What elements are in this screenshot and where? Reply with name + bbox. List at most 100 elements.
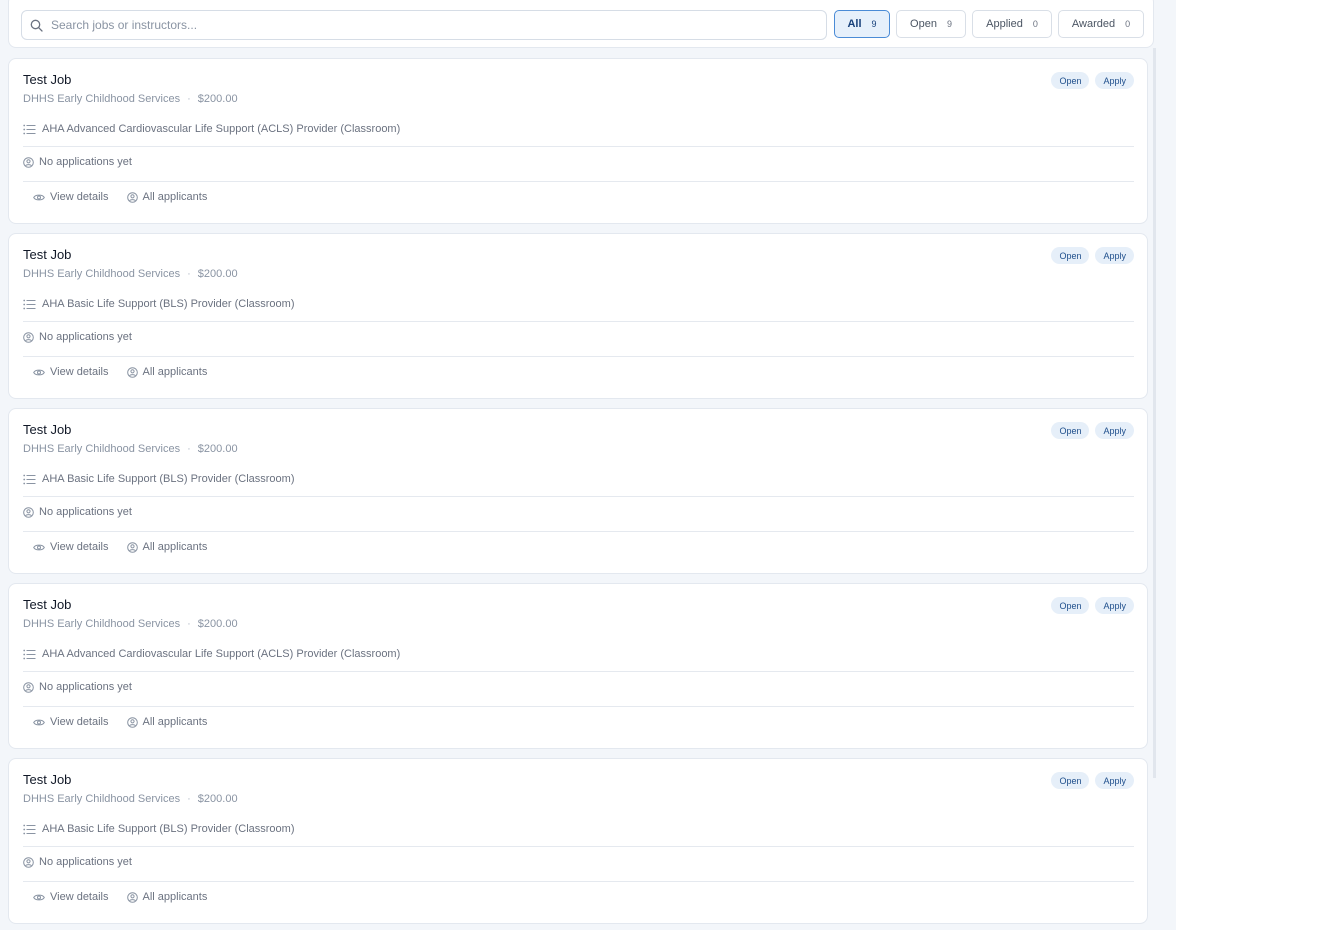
tab-applied[interactable]: Applied 0 [972, 10, 1052, 38]
meta-separator: · [187, 93, 191, 105]
view-details-link[interactable]: View details [33, 891, 109, 903]
view-details-link[interactable]: View details [33, 716, 109, 728]
all-applicants-link[interactable]: All applicants [126, 891, 208, 903]
search-input[interactable] [49, 17, 826, 33]
job-card: Test Job DHHS Early Childhood Services · $… [8, 58, 1148, 224]
course-name: AHA Advanced Cardiovascular Life Support… [42, 123, 401, 135]
tab-count: 9 [871, 19, 877, 29]
divider [23, 321, 1134, 322]
job-actions: View details All applicants [33, 366, 207, 378]
job-actions: View details All applicants [33, 891, 207, 903]
job-card: Test Job DHHS Early Childhood Services · $… [8, 408, 1148, 574]
job-card: Test Job DHHS Early Childhood Services · $… [8, 758, 1148, 924]
applications-text: No applications yet [39, 681, 132, 693]
applications-status: No applications yet [23, 856, 132, 868]
user-circle-icon [23, 156, 34, 168]
job-badges: Open Apply [1051, 772, 1134, 789]
job-organization: DHHS Early Childhood Services [23, 443, 181, 455]
job-card: Test Job DHHS Early Childhood Services · $… [8, 233, 1148, 399]
eye-icon [33, 544, 45, 550]
status-badge: Open [1051, 72, 1090, 89]
applications-text: No applications yet [39, 156, 132, 168]
view-details-label: View details [50, 191, 109, 203]
user-circle-icon [23, 856, 34, 868]
apply-button[interactable]: Apply [1095, 72, 1134, 89]
applications-status: No applications yet [23, 331, 132, 343]
course-name: AHA Basic Life Support (BLS) Provider (C… [42, 473, 295, 485]
list-icon [23, 824, 36, 834]
job-course: AHA Basic Life Support (BLS) Provider (C… [23, 473, 294, 485]
job-price: $200.00 [197, 443, 238, 455]
scrollbar[interactable] [1153, 48, 1156, 778]
tab-awarded[interactable]: Awarded 0 [1058, 10, 1144, 38]
job-meta: DHHS Early Childhood Services · $200.00 [23, 93, 238, 105]
applications-status: No applications yet [23, 156, 132, 168]
job-course: AHA Basic Life Support (BLS) Provider (C… [23, 823, 294, 835]
apply-button[interactable]: Apply [1095, 422, 1134, 439]
list-icon [23, 299, 36, 309]
job-title: Test Job [23, 422, 72, 437]
all-applicants-link[interactable]: All applicants [126, 366, 208, 378]
divider [23, 146, 1134, 147]
divider [23, 846, 1134, 847]
view-details-link[interactable]: View details [33, 541, 109, 553]
job-title: Test Job [23, 772, 72, 787]
eye-icon [33, 369, 45, 375]
job-price: $200.00 [197, 93, 238, 105]
user-circle-icon [23, 506, 34, 518]
status-badge: Open [1051, 247, 1090, 264]
all-applicants-label: All applicants [142, 716, 208, 728]
status-badge: Open [1051, 772, 1090, 789]
job-badges: Open Apply [1051, 247, 1134, 264]
status-badge: Open [1051, 422, 1090, 439]
tab-count: 0 [1125, 19, 1131, 29]
list-icon [23, 474, 36, 484]
view-details-label: View details [50, 541, 109, 553]
tab-label: Awarded [1071, 18, 1116, 30]
apply-button[interactable]: Apply [1095, 772, 1134, 789]
tab-label: All [847, 18, 862, 30]
job-meta: DHHS Early Childhood Services · $200.00 [23, 793, 238, 805]
job-badges: Open Apply [1051, 422, 1134, 439]
meta-separator: · [187, 793, 191, 805]
jobs-panel: All 9 Open 9 Applied 0 Awarded 0 Test Jo… [0, 0, 1176, 930]
view-details-link[interactable]: View details [33, 191, 109, 203]
all-applicants-link[interactable]: All applicants [126, 191, 208, 203]
list-icon [23, 649, 36, 659]
search-box[interactable] [21, 10, 827, 40]
tab-count: 9 [946, 19, 952, 29]
view-details-label: View details [50, 716, 109, 728]
job-meta: DHHS Early Childhood Services · $200.00 [23, 443, 238, 455]
all-applicants-link[interactable]: All applicants [126, 716, 208, 728]
tab-label: Open [910, 18, 937, 30]
job-actions: View details All applicants [33, 716, 207, 728]
all-applicants-label: All applicants [142, 191, 208, 203]
tab-open[interactable]: Open 9 [896, 10, 966, 38]
view-details-link[interactable]: View details [33, 366, 109, 378]
all-applicants-link[interactable]: All applicants [126, 541, 207, 553]
eye-icon [33, 719, 45, 725]
applications-status: No applications yet [23, 681, 132, 693]
all-applicants-label: All applicants [142, 891, 208, 903]
filter-bar: All 9 Open 9 Applied 0 Awarded 0 [8, 0, 1154, 48]
job-title: Test Job [23, 597, 72, 612]
course-name: AHA Advanced Cardiovascular Life Support… [42, 648, 401, 660]
meta-separator: · [187, 268, 191, 280]
job-course: AHA Basic Life Support (BLS) Provider (C… [23, 298, 294, 310]
applications-status: No applications yet [23, 506, 132, 518]
all-applicants-label: All applicants [142, 366, 208, 378]
tab-all[interactable]: All 9 [834, 10, 890, 38]
apply-button[interactable]: Apply [1095, 247, 1134, 264]
job-price: $200.00 [197, 793, 238, 805]
course-name: AHA Basic Life Support (BLS) Provider (C… [42, 298, 295, 310]
divider [23, 531, 1134, 532]
course-name: AHA Basic Life Support (BLS) Provider (C… [42, 823, 295, 835]
job-organization: DHHS Early Childhood Services [23, 618, 181, 630]
apply-button[interactable]: Apply [1095, 597, 1134, 614]
view-details-label: View details [50, 891, 109, 903]
user-circle-icon [126, 191, 138, 203]
job-meta: DHHS Early Childhood Services · $200.00 [23, 268, 238, 280]
eye-icon [33, 894, 45, 900]
applications-text: No applications yet [39, 856, 132, 868]
divider [23, 706, 1134, 707]
